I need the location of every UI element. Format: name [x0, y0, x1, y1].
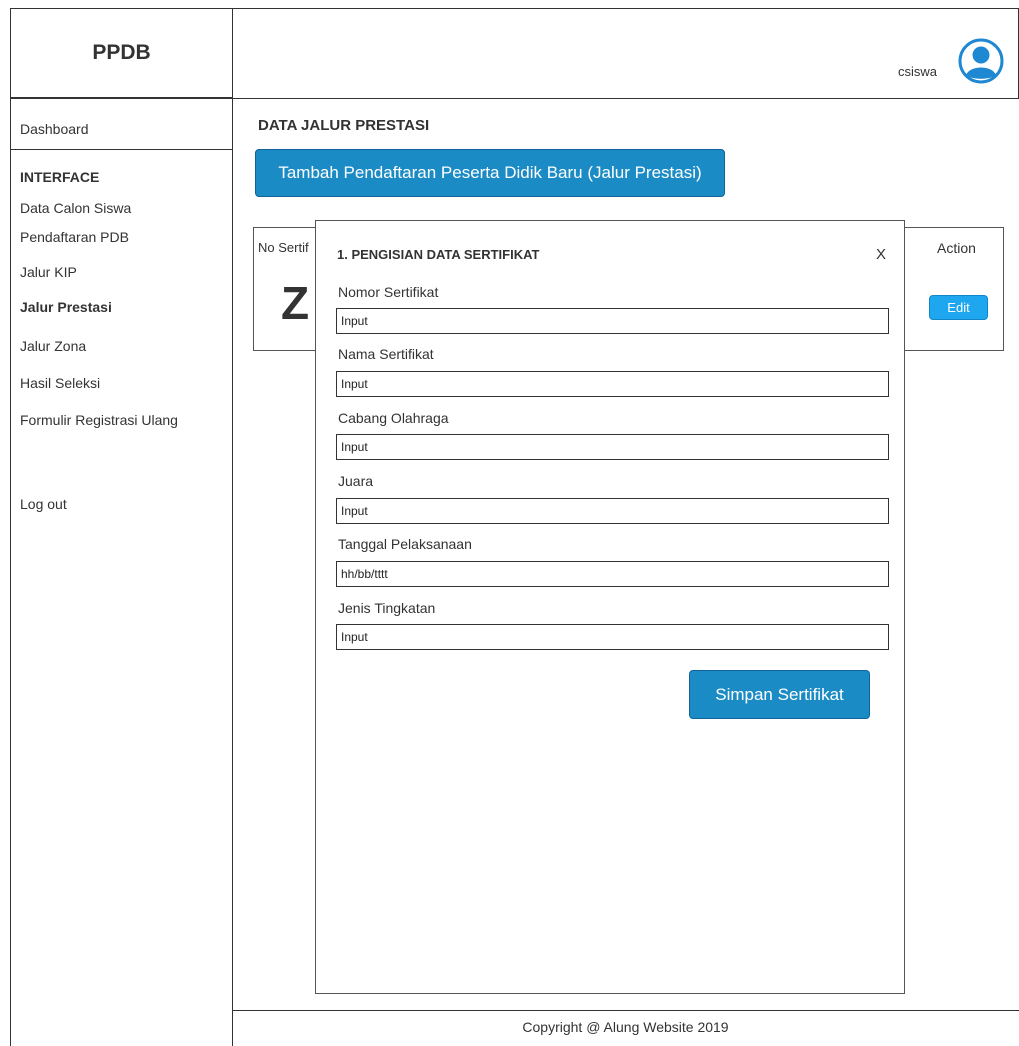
label-nomor-sertifikat: Nomor Sertifikat: [338, 284, 439, 300]
edit-button[interactable]: Edit: [929, 295, 988, 320]
sidebar-item-jalur-prestasi[interactable]: Jalur Prestasi: [20, 299, 112, 315]
table-cell-glyph: Z: [281, 277, 310, 329]
frame-divider: [232, 8, 233, 1046]
label-nama-sertifikat: Nama Sertifikat: [338, 346, 434, 362]
modal-title: 1. PENGISIAN DATA SERTIFIKAT: [337, 247, 540, 262]
page-title: DATA JALUR PRESTASI: [258, 117, 430, 134]
label-jenis-tingkatan: Jenis Tingkatan: [338, 600, 436, 616]
user-avatar-icon[interactable]: [958, 38, 1004, 84]
sidebar-item-hasil-seleksi[interactable]: Hasil Seleksi: [20, 375, 100, 391]
header-bottom-border: [10, 98, 1019, 99]
close-icon[interactable]: X: [876, 246, 886, 263]
sidebar-item-jalur-zona[interactable]: Jalur Zona: [20, 338, 86, 354]
input-jenis-tingkatan[interactable]: [336, 624, 889, 650]
save-certificate-button[interactable]: Simpan Sertifikat: [689, 670, 870, 719]
sidebar-item-logout[interactable]: Log out: [20, 496, 67, 512]
sidebar-item-formulir-registrasi-ulang[interactable]: Formulir Registrasi Ulang: [20, 412, 178, 428]
frame-left-border: [10, 8, 11, 1046]
sidebar-dashboard-divider: [10, 149, 232, 150]
sidebar-section-heading: INTERFACE: [20, 169, 100, 185]
input-juara[interactable]: [336, 498, 889, 524]
input-cabang-olahraga[interactable]: [336, 434, 889, 460]
table-header-action: Action: [937, 240, 976, 256]
input-nama-sertifikat[interactable]: [336, 371, 889, 397]
username-label[interactable]: csiswa: [898, 64, 937, 79]
sidebar-item-dashboard[interactable]: Dashboard: [20, 121, 89, 137]
sidebar-item-jalur-kip[interactable]: Jalur KIP: [20, 264, 77, 280]
app-logo: PPDB: [10, 8, 232, 98]
label-cabang-olahraga: Cabang Olahraga: [338, 410, 449, 426]
sidebar-item-pendaftaran-pdb[interactable]: Pendaftaran PDB: [20, 229, 129, 245]
input-nomor-sertifikat[interactable]: [336, 308, 889, 334]
sidebar-item-data-calon-siswa[interactable]: Data Calon Siswa: [20, 200, 131, 216]
label-juara: Juara: [338, 473, 374, 489]
input-tanggal-pelaksanaan[interactable]: [336, 561, 889, 587]
label-tanggal-pelaksanaan: Tanggal Pelaksanaan: [338, 536, 472, 552]
table-header-no-sertifikat: No Sertif: [258, 240, 309, 255]
footer-copyright: Copyright @ Alung Website 2019: [522, 1019, 729, 1035]
add-registration-button[interactable]: Tambah Pendaftaran Peserta Didik Baru (J…: [255, 149, 725, 197]
